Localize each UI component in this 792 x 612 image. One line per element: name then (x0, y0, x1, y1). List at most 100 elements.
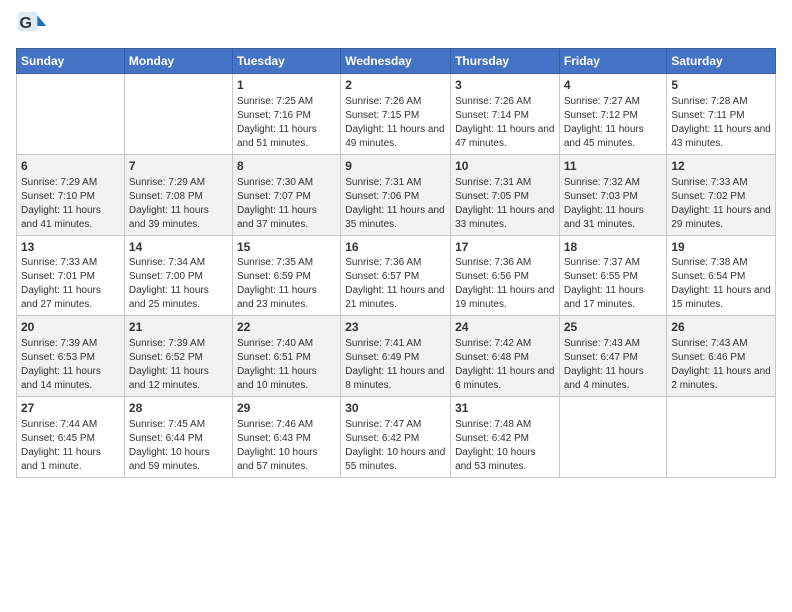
logo-icon: G (16, 10, 48, 42)
day-info: Sunrise: 7:32 AM Sunset: 7:03 PM Dayligh… (564, 176, 663, 232)
calendar-cell: 8Sunrise: 7:30 AM Sunset: 7:07 PM Daylig… (232, 154, 340, 235)
calendar-cell: 6Sunrise: 7:29 AM Sunset: 7:10 PM Daylig… (17, 154, 125, 235)
calendar-cell: 22Sunrise: 7:40 AM Sunset: 6:51 PM Dayli… (232, 316, 340, 397)
calendar-week-row: 20Sunrise: 7:39 AM Sunset: 6:53 PM Dayli… (17, 316, 776, 397)
day-info: Sunrise: 7:33 AM Sunset: 7:02 PM Dayligh… (671, 176, 771, 232)
day-number: 9 (345, 158, 446, 175)
calendar-cell (667, 397, 776, 478)
calendar: SundayMondayTuesdayWednesdayThursdayFrid… (16, 48, 776, 478)
calendar-cell: 29Sunrise: 7:46 AM Sunset: 6:43 PM Dayli… (232, 397, 340, 478)
day-number: 26 (671, 319, 771, 336)
calendar-cell: 10Sunrise: 7:31 AM Sunset: 7:05 PM Dayli… (451, 154, 560, 235)
day-number: 2 (345, 77, 446, 94)
day-info: Sunrise: 7:41 AM Sunset: 6:49 PM Dayligh… (345, 337, 446, 393)
day-number: 10 (455, 158, 555, 175)
calendar-cell: 3Sunrise: 7:26 AM Sunset: 7:14 PM Daylig… (451, 74, 560, 155)
day-number: 14 (129, 239, 228, 256)
calendar-cell: 30Sunrise: 7:47 AM Sunset: 6:42 PM Dayli… (341, 397, 451, 478)
day-number: 15 (237, 239, 336, 256)
calendar-header-row: SundayMondayTuesdayWednesdayThursdayFrid… (17, 49, 776, 74)
calendar-cell: 27Sunrise: 7:44 AM Sunset: 6:45 PM Dayli… (17, 397, 125, 478)
day-number: 22 (237, 319, 336, 336)
col-header-saturday: Saturday (667, 49, 776, 74)
day-info: Sunrise: 7:48 AM Sunset: 6:42 PM Dayligh… (455, 418, 555, 474)
svg-text:G: G (20, 15, 32, 32)
day-info: Sunrise: 7:31 AM Sunset: 7:05 PM Dayligh… (455, 176, 555, 232)
day-info: Sunrise: 7:44 AM Sunset: 6:45 PM Dayligh… (21, 418, 120, 474)
calendar-cell: 9Sunrise: 7:31 AM Sunset: 7:06 PM Daylig… (341, 154, 451, 235)
day-info: Sunrise: 7:26 AM Sunset: 7:15 PM Dayligh… (345, 95, 446, 151)
day-number: 7 (129, 158, 228, 175)
day-info: Sunrise: 7:30 AM Sunset: 7:07 PM Dayligh… (237, 176, 336, 232)
day-number: 13 (21, 239, 120, 256)
calendar-cell: 17Sunrise: 7:36 AM Sunset: 6:56 PM Dayli… (451, 235, 560, 316)
calendar-week-row: 13Sunrise: 7:33 AM Sunset: 7:01 PM Dayli… (17, 235, 776, 316)
day-number: 24 (455, 319, 555, 336)
logo: G (16, 10, 52, 42)
day-info: Sunrise: 7:43 AM Sunset: 6:47 PM Dayligh… (564, 337, 663, 393)
day-number: 30 (345, 400, 446, 417)
day-number: 1 (237, 77, 336, 94)
day-number: 19 (671, 239, 771, 256)
day-number: 12 (671, 158, 771, 175)
calendar-cell: 13Sunrise: 7:33 AM Sunset: 7:01 PM Dayli… (17, 235, 125, 316)
day-info: Sunrise: 7:27 AM Sunset: 7:12 PM Dayligh… (564, 95, 663, 151)
calendar-cell: 5Sunrise: 7:28 AM Sunset: 7:11 PM Daylig… (667, 74, 776, 155)
day-number: 28 (129, 400, 228, 417)
day-number: 25 (564, 319, 663, 336)
calendar-cell: 23Sunrise: 7:41 AM Sunset: 6:49 PM Dayli… (341, 316, 451, 397)
day-number: 11 (564, 158, 663, 175)
calendar-week-row: 6Sunrise: 7:29 AM Sunset: 7:10 PM Daylig… (17, 154, 776, 235)
day-info: Sunrise: 7:47 AM Sunset: 6:42 PM Dayligh… (345, 418, 446, 474)
calendar-cell: 7Sunrise: 7:29 AM Sunset: 7:08 PM Daylig… (124, 154, 232, 235)
calendar-cell: 26Sunrise: 7:43 AM Sunset: 6:46 PM Dayli… (667, 316, 776, 397)
calendar-week-row: 1Sunrise: 7:25 AM Sunset: 7:16 PM Daylig… (17, 74, 776, 155)
day-number: 27 (21, 400, 120, 417)
calendar-cell: 12Sunrise: 7:33 AM Sunset: 7:02 PM Dayli… (667, 154, 776, 235)
calendar-cell: 28Sunrise: 7:45 AM Sunset: 6:44 PM Dayli… (124, 397, 232, 478)
calendar-cell: 11Sunrise: 7:32 AM Sunset: 7:03 PM Dayli… (559, 154, 667, 235)
calendar-cell: 19Sunrise: 7:38 AM Sunset: 6:54 PM Dayli… (667, 235, 776, 316)
day-info: Sunrise: 7:42 AM Sunset: 6:48 PM Dayligh… (455, 337, 555, 393)
day-number: 6 (21, 158, 120, 175)
day-number: 4 (564, 77, 663, 94)
calendar-cell (559, 397, 667, 478)
day-info: Sunrise: 7:29 AM Sunset: 7:08 PM Dayligh… (129, 176, 228, 232)
calendar-cell: 24Sunrise: 7:42 AM Sunset: 6:48 PM Dayli… (451, 316, 560, 397)
calendar-cell (124, 74, 232, 155)
day-info: Sunrise: 7:37 AM Sunset: 6:55 PM Dayligh… (564, 256, 663, 312)
day-info: Sunrise: 7:34 AM Sunset: 7:00 PM Dayligh… (129, 256, 228, 312)
day-number: 21 (129, 319, 228, 336)
day-info: Sunrise: 7:35 AM Sunset: 6:59 PM Dayligh… (237, 256, 336, 312)
calendar-cell: 15Sunrise: 7:35 AM Sunset: 6:59 PM Dayli… (232, 235, 340, 316)
calendar-cell: 14Sunrise: 7:34 AM Sunset: 7:00 PM Dayli… (124, 235, 232, 316)
calendar-cell: 2Sunrise: 7:26 AM Sunset: 7:15 PM Daylig… (341, 74, 451, 155)
calendar-week-row: 27Sunrise: 7:44 AM Sunset: 6:45 PM Dayli… (17, 397, 776, 478)
calendar-cell: 25Sunrise: 7:43 AM Sunset: 6:47 PM Dayli… (559, 316, 667, 397)
day-number: 8 (237, 158, 336, 175)
day-number: 23 (345, 319, 446, 336)
day-number: 16 (345, 239, 446, 256)
col-header-wednesday: Wednesday (341, 49, 451, 74)
day-info: Sunrise: 7:40 AM Sunset: 6:51 PM Dayligh… (237, 337, 336, 393)
calendar-cell: 4Sunrise: 7:27 AM Sunset: 7:12 PM Daylig… (559, 74, 667, 155)
col-header-thursday: Thursday (451, 49, 560, 74)
calendar-cell: 1Sunrise: 7:25 AM Sunset: 7:16 PM Daylig… (232, 74, 340, 155)
calendar-cell: 16Sunrise: 7:36 AM Sunset: 6:57 PM Dayli… (341, 235, 451, 316)
calendar-cell: 20Sunrise: 7:39 AM Sunset: 6:53 PM Dayli… (17, 316, 125, 397)
day-info: Sunrise: 7:43 AM Sunset: 6:46 PM Dayligh… (671, 337, 771, 393)
calendar-cell (17, 74, 125, 155)
col-header-sunday: Sunday (17, 49, 125, 74)
day-number: 29 (237, 400, 336, 417)
col-header-friday: Friday (559, 49, 667, 74)
day-number: 31 (455, 400, 555, 417)
day-info: Sunrise: 7:26 AM Sunset: 7:14 PM Dayligh… (455, 95, 555, 151)
calendar-cell: 31Sunrise: 7:48 AM Sunset: 6:42 PM Dayli… (451, 397, 560, 478)
day-info: Sunrise: 7:29 AM Sunset: 7:10 PM Dayligh… (21, 176, 120, 232)
day-info: Sunrise: 7:39 AM Sunset: 6:53 PM Dayligh… (21, 337, 120, 393)
day-info: Sunrise: 7:39 AM Sunset: 6:52 PM Dayligh… (129, 337, 228, 393)
day-info: Sunrise: 7:38 AM Sunset: 6:54 PM Dayligh… (671, 256, 771, 312)
day-info: Sunrise: 7:31 AM Sunset: 7:06 PM Dayligh… (345, 176, 446, 232)
day-number: 5 (671, 77, 771, 94)
col-header-monday: Monday (124, 49, 232, 74)
